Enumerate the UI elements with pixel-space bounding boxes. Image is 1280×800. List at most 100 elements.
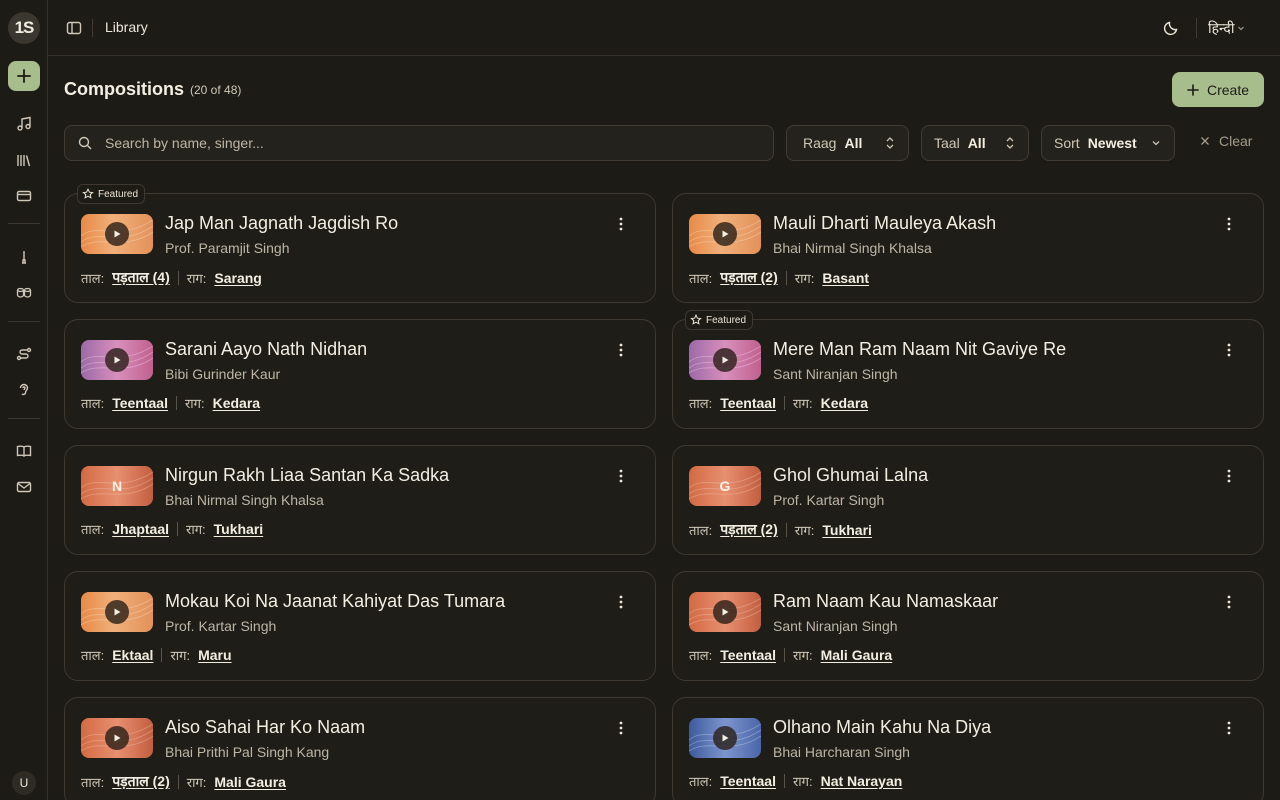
composition-title[interactable]: Nirgun Rakh Liaa Santan Ka Sadka xyxy=(165,465,449,486)
search-input[interactable] xyxy=(105,135,745,151)
play-button[interactable] xyxy=(713,222,737,246)
raag-link[interactable]: Mali Gaura xyxy=(214,774,286,790)
composition-title[interactable]: Olhano Main Kahu Na Diya xyxy=(773,717,991,738)
more-options-button[interactable] xyxy=(1221,466,1237,486)
sidebar-item-docs[interactable] xyxy=(12,439,36,463)
composition-card[interactable]: Olhano Main Kahu Na Diya Bhai Harcharan … xyxy=(672,697,1264,800)
user-avatar[interactable]: U xyxy=(12,771,36,795)
taal-link[interactable]: पड़ताल (2) xyxy=(720,520,778,539)
raag-link[interactable]: Nat Narayan xyxy=(821,773,903,789)
composition-meta: ताल: Teentaal राग: Mali Gaura xyxy=(689,646,892,664)
more-options-button[interactable] xyxy=(613,592,629,612)
composition-card[interactable]: Ram Naam Kau Namaskaar Sant Niranjan Sin… xyxy=(672,571,1264,681)
sidebar-item-routes[interactable] xyxy=(12,342,36,366)
more-options-button[interactable] xyxy=(613,214,629,234)
more-options-button[interactable] xyxy=(1221,718,1237,738)
more-options-button[interactable] xyxy=(613,340,629,360)
more-options-button[interactable] xyxy=(1221,340,1237,360)
composition-thumbnail[interactable] xyxy=(689,718,761,758)
more-options-button[interactable] xyxy=(613,466,629,486)
sidebar-item-metronome[interactable] xyxy=(12,245,36,269)
taal-link[interactable]: पड़ताल (2) xyxy=(112,772,170,791)
composition-title[interactable]: Mere Man Ram Naam Nit Gaviye Re xyxy=(773,339,1066,360)
composition-singer: Prof. Kartar Singh xyxy=(773,492,885,508)
play-button[interactable] xyxy=(105,600,129,624)
clear-filters-button[interactable]: Clear xyxy=(1199,133,1252,149)
composition-card[interactable]: Aiso Sahai Har Ko Naam Bhai Prithi Pal S… xyxy=(64,697,656,800)
sidebar-item-contact[interactable] xyxy=(12,475,36,499)
taal-key: ताल: xyxy=(81,774,105,790)
search-field[interactable] xyxy=(64,125,774,161)
composition-card[interactable]: Sarani Aayo Nath Nidhan Bibi Gurinder Ka… xyxy=(64,319,656,429)
composition-thumbnail[interactable] xyxy=(81,718,153,758)
raag-link[interactable]: Maru xyxy=(198,647,231,663)
composition-title[interactable]: Sarani Aayo Nath Nidhan xyxy=(165,339,367,360)
composition-meta: ताल: पड़ताल (4) राग: Sarang xyxy=(81,268,262,287)
composition-card[interactable]: N Nirgun Rakh Liaa Santan Ka Sadka Bhai … xyxy=(64,445,656,555)
play-button[interactable] xyxy=(713,726,737,750)
play-button[interactable] xyxy=(105,348,129,372)
play-button[interactable] xyxy=(713,600,737,624)
composition-thumbnail[interactable] xyxy=(689,214,761,254)
play-button[interactable] xyxy=(105,222,129,246)
taal-link[interactable]: Teentaal xyxy=(720,773,776,789)
sidebar-item-cards[interactable] xyxy=(12,184,36,208)
app-logo[interactable]: 1S xyxy=(8,12,40,44)
composition-thumbnail[interactable]: G xyxy=(689,466,761,506)
composition-thumbnail[interactable] xyxy=(81,592,153,632)
composition-title[interactable]: Ghol Ghumai Lalna xyxy=(773,465,928,486)
more-options-button[interactable] xyxy=(1221,592,1237,612)
taal-key: ताल: xyxy=(81,270,105,286)
taal-key: ताल: xyxy=(689,774,713,789)
raag-key: राग: xyxy=(794,522,815,538)
raag-link[interactable]: Basant xyxy=(822,270,869,286)
taal-link[interactable]: Jhaptaal xyxy=(112,521,169,537)
composition-thumbnail[interactable] xyxy=(81,340,153,380)
theme-toggle-button[interactable] xyxy=(1161,18,1181,38)
play-button[interactable] xyxy=(105,726,129,750)
composition-thumbnail[interactable] xyxy=(81,214,153,254)
composition-title[interactable]: Mauli Dharti Mauleya Akash xyxy=(773,213,996,234)
composition-card[interactable]: Mokau Koi Na Jaanat Kahiyat Das Tumara P… xyxy=(64,571,656,681)
taal-filter[interactable]: Taal All xyxy=(921,125,1029,161)
raag-link[interactable]: Kedara xyxy=(821,395,868,411)
composition-card[interactable]: G Ghol Ghumai Lalna Prof. Kartar Singh त… xyxy=(672,445,1264,555)
raag-filter[interactable]: Raag All xyxy=(786,125,909,161)
composition-card[interactable]: Featured Jap Man Jagnath Jagdish Ro Prof… xyxy=(64,184,656,303)
sort-select[interactable]: Sort Newest xyxy=(1041,125,1175,161)
sidebar-item-library[interactable] xyxy=(12,148,36,172)
taal-link[interactable]: Teentaal xyxy=(720,395,776,411)
taal-link[interactable]: Teentaal xyxy=(112,395,168,411)
composition-thumbnail[interactable] xyxy=(689,592,761,632)
taal-key: ताल: xyxy=(689,270,713,286)
breadcrumb[interactable]: Library xyxy=(105,19,148,35)
composition-thumbnail[interactable]: N xyxy=(81,466,153,506)
raag-link[interactable]: Tukhari xyxy=(822,522,872,538)
raag-key: राग: xyxy=(794,270,815,286)
raag-link[interactable]: Mali Gaura xyxy=(821,647,893,663)
sidebar-item-compositions[interactable] xyxy=(12,112,36,136)
composition-title[interactable]: Aiso Sahai Har Ko Naam xyxy=(165,717,365,738)
language-select[interactable]: हिन्दी xyxy=(1208,16,1246,40)
raag-link[interactable]: Tukhari xyxy=(214,521,264,537)
taal-link[interactable]: Ektaal xyxy=(112,647,153,663)
composition-card[interactable]: Featured Mere Man Ram Naam Nit Gaviye Re… xyxy=(672,310,1264,429)
composition-thumbnail[interactable] xyxy=(689,340,761,380)
more-options-button[interactable] xyxy=(613,718,629,738)
composition-title[interactable]: Jap Man Jagnath Jagdish Ro xyxy=(165,213,398,234)
new-composition-button[interactable] xyxy=(8,61,40,91)
toggle-sidebar-button[interactable] xyxy=(64,18,84,38)
sidebar-item-tabla[interactable] xyxy=(12,281,36,305)
more-options-button[interactable] xyxy=(1221,214,1237,234)
taal-link[interactable]: पड़ताल (2) xyxy=(720,268,778,287)
create-button[interactable]: Create xyxy=(1172,72,1264,107)
taal-link[interactable]: पड़ताल (4) xyxy=(112,268,170,287)
composition-title[interactable]: Mokau Koi Na Jaanat Kahiyat Das Tumara xyxy=(165,591,505,612)
play-button[interactable] xyxy=(713,348,737,372)
raag-link[interactable]: Kedara xyxy=(213,395,260,411)
raag-link[interactable]: Sarang xyxy=(214,270,261,286)
sidebar-item-ear-training[interactable] xyxy=(12,378,36,402)
composition-card[interactable]: Mauli Dharti Mauleya Akash Bhai Nirmal S… xyxy=(672,193,1264,303)
composition-title[interactable]: Ram Naam Kau Namaskaar xyxy=(773,591,998,612)
taal-link[interactable]: Teentaal xyxy=(720,647,776,663)
